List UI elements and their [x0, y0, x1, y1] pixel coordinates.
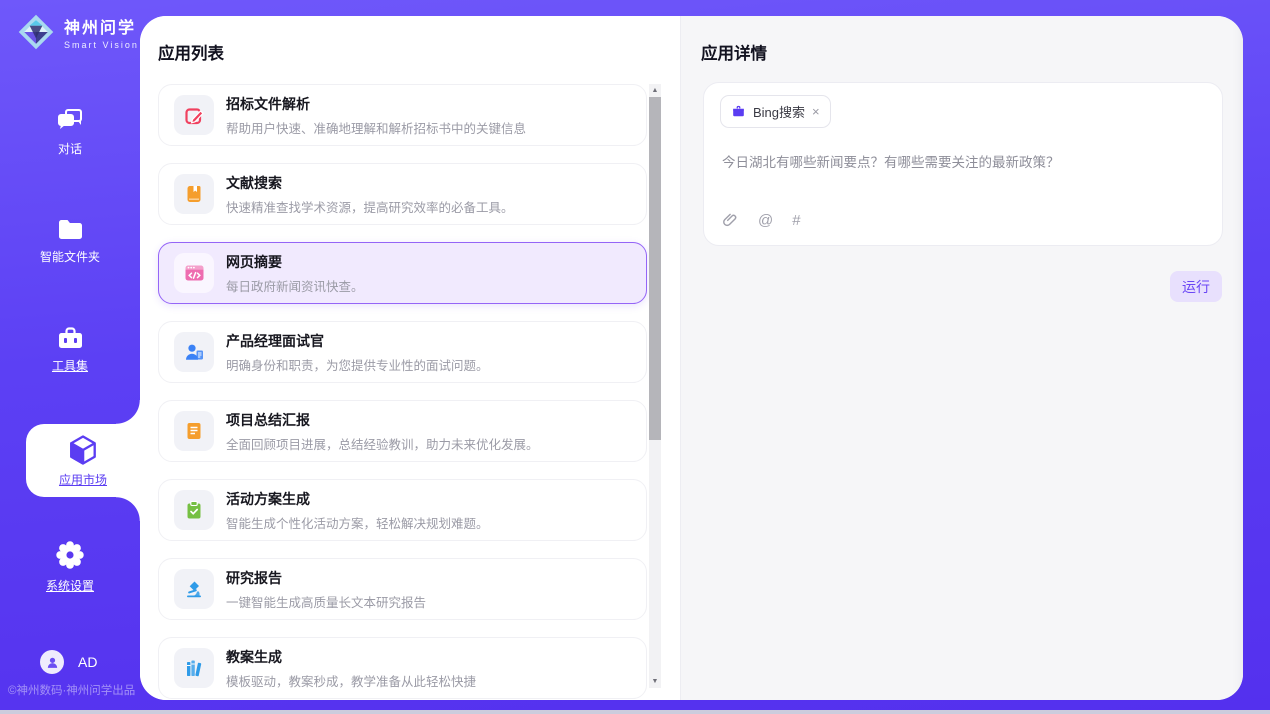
user-profile[interactable]: AD — [40, 650, 97, 674]
interviewer-icon — [174, 332, 214, 372]
app-list-title: 应用列表 — [158, 40, 224, 64]
app-detail-title: 应用详情 — [701, 40, 767, 64]
scroll-up-icon[interactable]: ▲ — [649, 84, 661, 97]
app-list-item[interactable]: 产品经理面试官 明确身份和职责，为您提供专业性的面试问题。 — [158, 321, 647, 383]
research-icon — [174, 569, 214, 609]
app-item-description: 帮助用户快速、准确地理解和解析招标书中的关键信息 — [226, 118, 526, 137]
report-doc-icon — [174, 411, 214, 451]
app-list-item[interactable]: 研究报告 一键智能生成高质量长文本研究报告 — [158, 558, 647, 620]
copyright-text: ©神州数码·神州问学出品 — [8, 682, 135, 698]
app-item-description: 全面回顾项目进展，总结经验教训，助力未来优化发展。 — [226, 434, 539, 453]
user-name: AD — [78, 654, 97, 670]
sidebar-nav-label: 系统设置 — [0, 577, 140, 594]
app-item-title: 招标文件解析 — [226, 94, 526, 114]
app-list-item[interactable]: 教案生成 模板驱动，教案秒成，教学准备从此轻松快捷 — [158, 637, 647, 699]
logo-title: 神州问学 — [64, 14, 139, 38]
app-list-item[interactable]: 活动方案生成 智能生成个性化活动方案，轻松解决规划难题。 — [158, 479, 647, 541]
run-button[interactable]: 运行 — [1170, 271, 1222, 302]
chat-icon — [0, 108, 140, 133]
selected-tab-curve-bottom — [116, 497, 140, 521]
app-logo: 神州问学 Smart Vision — [16, 12, 139, 52]
app-list-item[interactable]: 文献搜索 快速精准查找学术资源，提高研究效率的必备工具。 — [158, 163, 647, 225]
book-icon — [174, 174, 214, 214]
app-item-title: 研究报告 — [226, 568, 426, 588]
hash-icon[interactable]: # — [792, 212, 800, 229]
window-bottom-edge — [0, 710, 1270, 714]
app-item-title: 文献搜索 — [226, 173, 514, 193]
app-detail-panel: 应用详情 Bing搜索 × 今日湖北有哪些新闻要点？有哪些需要关注的最新政策？ … — [680, 16, 1243, 700]
app-list-item[interactable]: 项目总结汇报 全面回顾项目进展，总结经验教训，助力未来优化发展。 — [158, 400, 647, 462]
tool-tag-bing-search[interactable]: Bing搜索 × — [720, 95, 831, 128]
app-item-title: 教案生成 — [226, 647, 476, 667]
sidebar-nav-label: 智能文件夹 — [0, 248, 140, 265]
app-list-item[interactable]: 招标文件解析 帮助用户快速、准确地理解和解析招标书中的关键信息 — [158, 84, 647, 146]
app-card-list: 招标文件解析 帮助用户快速、准确地理解和解析招标书中的关键信息 文献搜索 快速精… — [158, 84, 647, 700]
app-item-title: 活动方案生成 — [226, 489, 489, 509]
prompt-card: Bing搜索 × 今日湖北有哪些新闻要点？有哪些需要关注的最新政策？ @ # — [703, 82, 1223, 246]
app-item-title: 产品经理面试官 — [226, 331, 489, 351]
sidebar-nav-item[interactable]: 工具集 — [0, 326, 140, 374]
selected-tab-curve-top — [116, 400, 140, 424]
cube-icon — [26, 432, 140, 468]
clipboard-check-icon — [174, 490, 214, 530]
sidebar-nav-item[interactable]: 系统设置 — [0, 540, 140, 594]
sidebar-nav-label: 对话 — [0, 140, 140, 157]
user-avatar[interactable] — [40, 650, 64, 674]
sidebar-nav-item[interactable]: 智能文件夹 — [0, 218, 140, 265]
sidebar-nav-label: 应用市场 — [26, 471, 140, 488]
gear-icon — [0, 540, 140, 570]
prompt-input[interactable]: 今日湖北有哪些新闻要点？有哪些需要关注的最新政策？ — [722, 151, 1202, 171]
tool-tag-label: Bing搜索 — [753, 102, 805, 121]
app-item-description: 每日政府新闻资讯快查。 — [226, 276, 364, 295]
toolbox-icon — [0, 326, 140, 350]
at-icon[interactable]: @ — [758, 212, 773, 229]
app-list-item[interactable]: 网页摘要 每日政府新闻资讯快查。 — [158, 242, 647, 304]
sidebar-nav-item[interactable]: 对话 — [0, 108, 140, 157]
app-item-title: 网页摘要 — [226, 252, 364, 272]
app-item-description: 一键智能生成高质量长文本研究报告 — [226, 592, 426, 611]
prompt-toolbar: @ # — [722, 211, 801, 229]
app-item-description: 快速精准查找学术资源，提高研究效率的必备工具。 — [226, 197, 514, 216]
scrollbar-thumb[interactable] — [649, 97, 661, 440]
app-list-panel: 应用列表 招标文件解析 帮助用户快速、准确地理解和解析招标书中的关键信息 文献搜… — [140, 16, 680, 700]
app-item-description: 明确身份和职责，为您提供专业性的面试问题。 — [226, 355, 489, 374]
app-item-title: 项目总结汇报 — [226, 410, 539, 430]
briefcase-icon — [731, 104, 746, 119]
main-content: 应用列表 招标文件解析 帮助用户快速、准确地理解和解析招标书中的关键信息 文献搜… — [140, 16, 1243, 700]
app-item-description: 模板驱动，教案秒成，教学准备从此轻松快捷 — [226, 671, 476, 690]
books-icon — [174, 648, 214, 688]
browser-code-icon — [174, 253, 214, 293]
doc-edit-icon — [174, 95, 214, 135]
sidebar: 神州问学 Smart Vision 对话 智能文件夹 工具集 应用市场 系统设置… — [0, 0, 140, 710]
sidebar-nav-item[interactable]: 应用市场 — [26, 424, 140, 497]
folder-icon — [0, 218, 140, 241]
app-item-description: 智能生成个性化活动方案，轻松解决规划难题。 — [226, 513, 489, 532]
logo-subtitle: Smart Vision — [64, 40, 139, 50]
scroll-down-icon[interactable]: ▼ — [649, 675, 661, 688]
paperclip-icon[interactable] — [722, 211, 739, 229]
scrollbar[interactable]: ▲ ▼ — [649, 84, 661, 688]
sidebar-nav-label: 工具集 — [0, 357, 140, 374]
logo-diamond-icon — [16, 12, 56, 52]
tool-tag-close-icon[interactable]: × — [812, 105, 820, 118]
